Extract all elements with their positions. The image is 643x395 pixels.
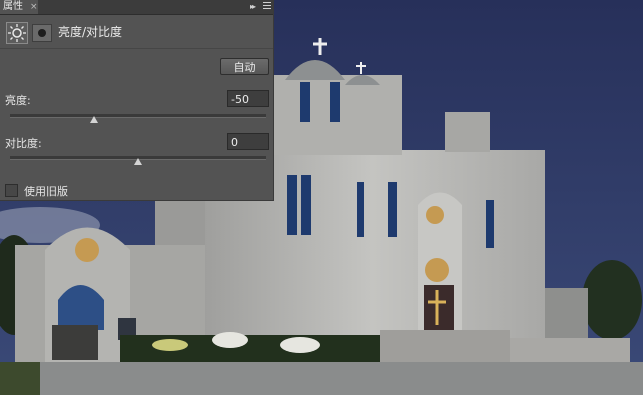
legacy-checkbox[interactable] (5, 184, 18, 197)
collapse-panel-icon[interactable]: ▸▸ (250, 0, 256, 14)
panel-tab-bar: 属性 × ▸▸ (0, 0, 273, 15)
main-door (424, 285, 454, 330)
brightness-slider-thumb[interactable] (90, 116, 99, 123)
tree-right (582, 260, 642, 340)
brightness-label: 亮度: (5, 94, 31, 107)
close-icon[interactable]: × (30, 0, 38, 14)
brightness-input[interactable]: -50 (227, 90, 269, 107)
contrast-input[interactable]: 0 (227, 133, 269, 150)
contrast-label: 对比度: (5, 137, 42, 150)
properties-panel: 属性 × ▸▸ 亮度/对比度 自动 亮度: -50 对比度: 0 使用旧版 (0, 0, 274, 201)
sun-adjustment-icon[interactable] (6, 22, 28, 44)
door-icon-medallion (425, 258, 449, 282)
layer-mask-icon[interactable] (32, 24, 52, 42)
auto-button[interactable]: 自动 (220, 58, 269, 75)
legacy-checkbox-label: 使用旧版 (24, 185, 68, 198)
right-tower (445, 112, 490, 152)
left-icon-medallion (75, 238, 99, 262)
tab-properties[interactable]: 属性 × (0, 0, 38, 14)
contrast-slider[interactable] (10, 156, 266, 165)
panel-menu-icon[interactable] (263, 2, 271, 12)
side-building (540, 288, 588, 338)
ground (0, 362, 643, 395)
adjustment-title: 亮度/对比度 (58, 25, 123, 39)
contrast-slider-thumb[interactable] (134, 158, 142, 165)
left-door (52, 325, 98, 360)
tab-label: 属性 (3, 1, 23, 12)
right-icon-medallion (426, 206, 444, 224)
brightness-slider[interactable] (10, 114, 266, 123)
